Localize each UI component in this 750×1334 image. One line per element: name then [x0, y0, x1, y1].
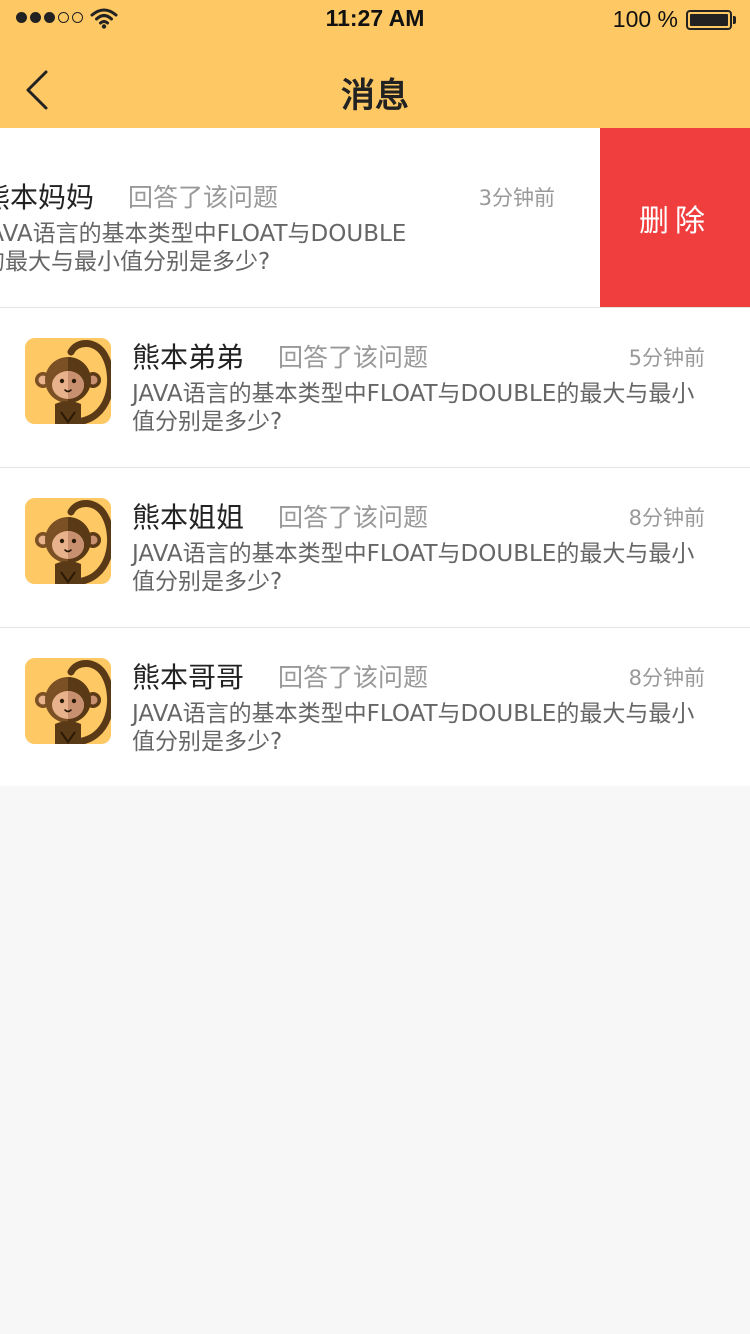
- message-row[interactable]: 熊本哥哥 回答了该问题 8分钟前 JAVA语言的基本类型中FLOAT与DOUBL…: [0, 628, 750, 786]
- sender-name: 熊本哥哥: [132, 661, 245, 694]
- sender-name: 熊本妈妈: [0, 181, 95, 214]
- avatar: [25, 658, 111, 744]
- message-content[interactable]: 熊本弟弟 回答了该问题 5分钟前 JAVA语言的基本类型中FLOAT与DOUBL…: [0, 308, 750, 467]
- message-row[interactable]: 熊本弟弟 回答了该问题 5分钟前 JAVA语言的基本类型中FLOAT与DOUBL…: [0, 308, 750, 468]
- avatar: [25, 498, 111, 584]
- message-row[interactable]: 熊本妈妈 回答了该问题 3分钟前 JAVA语言的基本类型中FLOAT与DOUBL…: [0, 128, 750, 308]
- header: 11:27 AM 100 % 消息: [0, 0, 750, 128]
- status-bar: 11:27 AM 100 %: [0, 0, 750, 40]
- message-time: 3分钟前: [478, 186, 555, 210]
- battery-percentage: 100 %: [612, 6, 678, 32]
- question-text: JAVA语言的基本类型中FLOAT与DOUBLE的最大与最小值分别是多少?: [132, 381, 695, 435]
- question-text: JAVA语言的基本类型中FLOAT与DOUBLE的最大与最小值分别是多少?: [132, 541, 695, 595]
- message-time: 8分钟前: [628, 506, 705, 530]
- sender-name: 熊本弟弟: [132, 341, 245, 374]
- message-time: 5分钟前: [628, 346, 705, 370]
- message-time: 8分钟前: [628, 666, 705, 690]
- question-text: JAVA语言的基本类型中FLOAT与DOUBLE的最大与最小值分别是多少?: [132, 701, 695, 755]
- question-text: JAVA语言的基本类型中FLOAT与DOUBLE的最大与最小值分别是多少?: [0, 221, 407, 275]
- avatar: [25, 338, 111, 424]
- page-title: 消息: [341, 76, 409, 116]
- action-text: 回答了该问题: [128, 183, 279, 212]
- message-list: 熊本妈妈 回答了该问题 3分钟前 JAVA语言的基本类型中FLOAT与DOUBL…: [0, 128, 750, 786]
- delete-button[interactable]: 删除: [600, 128, 750, 307]
- message-row[interactable]: 熊本姐姐 回答了该问题 8分钟前 JAVA语言的基本类型中FLOAT与DOUBL…: [0, 468, 750, 628]
- action-text: 回答了该问题: [278, 503, 429, 532]
- action-text: 回答了该问题: [278, 663, 429, 692]
- message-content[interactable]: 熊本姐姐 回答了该问题 8分钟前 JAVA语言的基本类型中FLOAT与DOUBL…: [0, 468, 750, 627]
- sender-name: 熊本姐姐: [132, 501, 245, 534]
- message-content[interactable]: 熊本妈妈 回答了该问题 3分钟前 JAVA语言的基本类型中FLOAT与DOUBL…: [0, 128, 600, 307]
- message-content[interactable]: 熊本哥哥 回答了该问题 8分钟前 JAVA语言的基本类型中FLOAT与DOUBL…: [0, 628, 750, 786]
- action-text: 回答了该问题: [278, 343, 429, 372]
- battery-icon: [686, 10, 736, 30]
